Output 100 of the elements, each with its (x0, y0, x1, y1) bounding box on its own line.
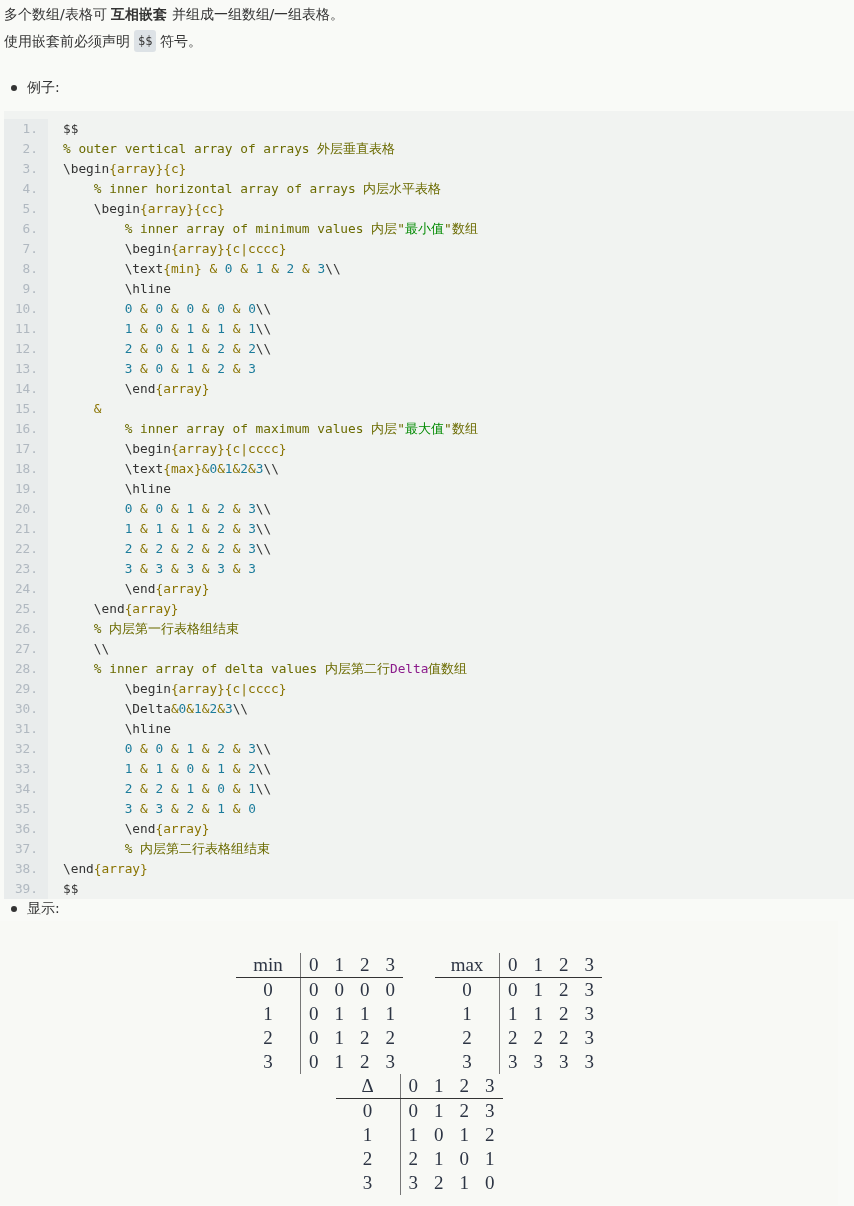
math-cell: 2 (236, 1026, 301, 1050)
line-number: 27. (13, 640, 39, 658)
math-cell: 0 (352, 977, 378, 1002)
line-number: 35. (13, 800, 39, 818)
code-line: 3 & 3 & 3 & 3 & 3 (123, 560, 257, 578)
code-line: \\ (92, 640, 111, 658)
math-cell: 0 (400, 1098, 426, 1123)
math-cell: 1 (335, 1123, 400, 1147)
math-cell: 1 (499, 1002, 526, 1026)
math-cell-text: 1 (359, 1002, 371, 1026)
math-cell: 3 (499, 1050, 526, 1074)
math-cell-text: 2 (359, 1026, 371, 1050)
math-cell: 0 (300, 1026, 327, 1050)
line-number: 37. (13, 840, 39, 858)
code-line: \begin{array}{c} (63, 160, 188, 178)
code-line: % 内层第一行表格组结束 (92, 620, 241, 638)
math-cell: 3 (576, 977, 602, 1002)
inline-code: $$ (134, 30, 157, 52)
line-number: 26. (13, 620, 39, 638)
code-line: 3 & 0 & 1 & 2 & 3 (123, 360, 257, 378)
code-line: \end{array} (123, 820, 211, 838)
math-cell-text: 1 (333, 1002, 345, 1026)
bullet-icon (11, 906, 17, 912)
math-cell: 1 (236, 1002, 301, 1026)
list-item-text: 显示: (27, 900, 60, 918)
math-cell: min (236, 953, 301, 978)
code-line: 0 & 0 & 0 & 0 & 0\\ (123, 300, 273, 318)
list-item-text: 例子: (27, 79, 60, 97)
code-line: 2 & 2 & 1 & 0 & 1\\ (123, 780, 273, 798)
line-number: 22. (13, 540, 39, 558)
note-text: 使用嵌套前必须声明 (4, 32, 130, 51)
code-line: 2 & 2 & 2 & 2 & 3\\ (123, 540, 273, 558)
code-line: \begin{array}{c|cccc} (123, 240, 288, 259)
code-line: 1 & 1 & 1 & 2 & 3\\ (123, 520, 273, 538)
code-line: \text{min} & 0 & 1 & 2 & 3\\ (123, 260, 342, 278)
math-cell-text: 1 (484, 1147, 496, 1171)
code-line: 0 & 0 & 1 & 2 & 3\\ (123, 740, 273, 758)
line-number: 6. (21, 220, 39, 238)
line-number: 36. (13, 820, 39, 838)
math-cell: 3 (477, 1098, 503, 1123)
code-line: % 内层第二行表格组结束 (123, 840, 272, 858)
line-number: 19. (13, 480, 39, 498)
line-number: 5. (21, 200, 39, 218)
line-number: 16. (13, 420, 39, 438)
line-number: 28. (13, 660, 39, 678)
math-cell: 0 (300, 1050, 327, 1074)
line-number: 12. (13, 340, 39, 358)
code-line: \hline (123, 480, 172, 498)
math-cell: 2 (335, 1147, 400, 1171)
math-cell-text: 3 (583, 1026, 595, 1050)
math-cell: 0 (499, 953, 526, 978)
code-line: \end{array} (123, 380, 211, 398)
math-cell-text: 1 (333, 1026, 345, 1050)
math-cell-text: 2 (433, 1171, 445, 1195)
math-cell: 0 (400, 1074, 426, 1099)
math-cell-text: 0 (458, 1147, 470, 1171)
math-cell: 0 (335, 1098, 400, 1123)
math-cell-text: 1 (458, 1171, 470, 1195)
line-number: 20. (13, 500, 39, 518)
line-number: 18. (13, 460, 39, 478)
code-line: 0 & 0 & 1 & 2 & 3\\ (123, 500, 273, 518)
code-line: \end{array} (92, 600, 180, 618)
math-cell-text: 3 (384, 1050, 396, 1074)
math-cell: 0 (499, 977, 526, 1002)
math-cell: 3 (477, 1074, 503, 1099)
math-cell: 1 (435, 1002, 500, 1026)
math-cell: 2 (352, 953, 378, 978)
line-number: 9. (21, 280, 39, 298)
math-cell: 3 (236, 1050, 301, 1074)
math-cell: 0 (377, 977, 403, 1002)
code-line: \begin{array}{cc} (92, 200, 226, 218)
line-number: 13. (13, 360, 39, 378)
code-line: $$ (63, 120, 80, 138)
math-cell-text: 1 (458, 1123, 470, 1147)
code-line: 1 & 1 & 0 & 1 & 2\\ (123, 760, 273, 778)
code-line: & (92, 400, 103, 418)
code-line: \end{array} (123, 580, 211, 598)
code-line: % inner horizontal array of arrays 内层水平表格 (92, 180, 443, 198)
math-cell-text: 1 (433, 1147, 445, 1171)
math-cell: 3 (400, 1171, 426, 1195)
math-cell-text: 2 (384, 1026, 396, 1050)
code-line: 1 & 0 & 1 & 1 & 1\\ (123, 320, 273, 338)
code-line: \end{array} (63, 860, 149, 878)
line-number: 3. (21, 160, 39, 178)
code-line: 3 & 3 & 2 & 1 & 0 (123, 800, 257, 818)
code-line: $$ (63, 880, 80, 898)
code-line: \hline (123, 720, 172, 738)
math-cell: 2 (451, 1098, 477, 1123)
line-number: 38. (13, 860, 39, 878)
math-cell: 2 (435, 1026, 500, 1050)
math-cell: 0 (300, 1002, 327, 1026)
math-cell: 2 (499, 1026, 526, 1050)
math-cell-text: 1 (532, 1002, 544, 1026)
line-number: 2. (21, 140, 39, 158)
code-line: \begin{array}{c|cccc} (123, 440, 288, 459)
code-line: \hline (123, 280, 172, 298)
line-number: 21. (13, 520, 39, 538)
code-line: % inner array of delta values 内层第二行Delta值数组 (92, 660, 469, 678)
line-number: 15. (13, 400, 39, 418)
math-cell: 3 (335, 1171, 400, 1195)
